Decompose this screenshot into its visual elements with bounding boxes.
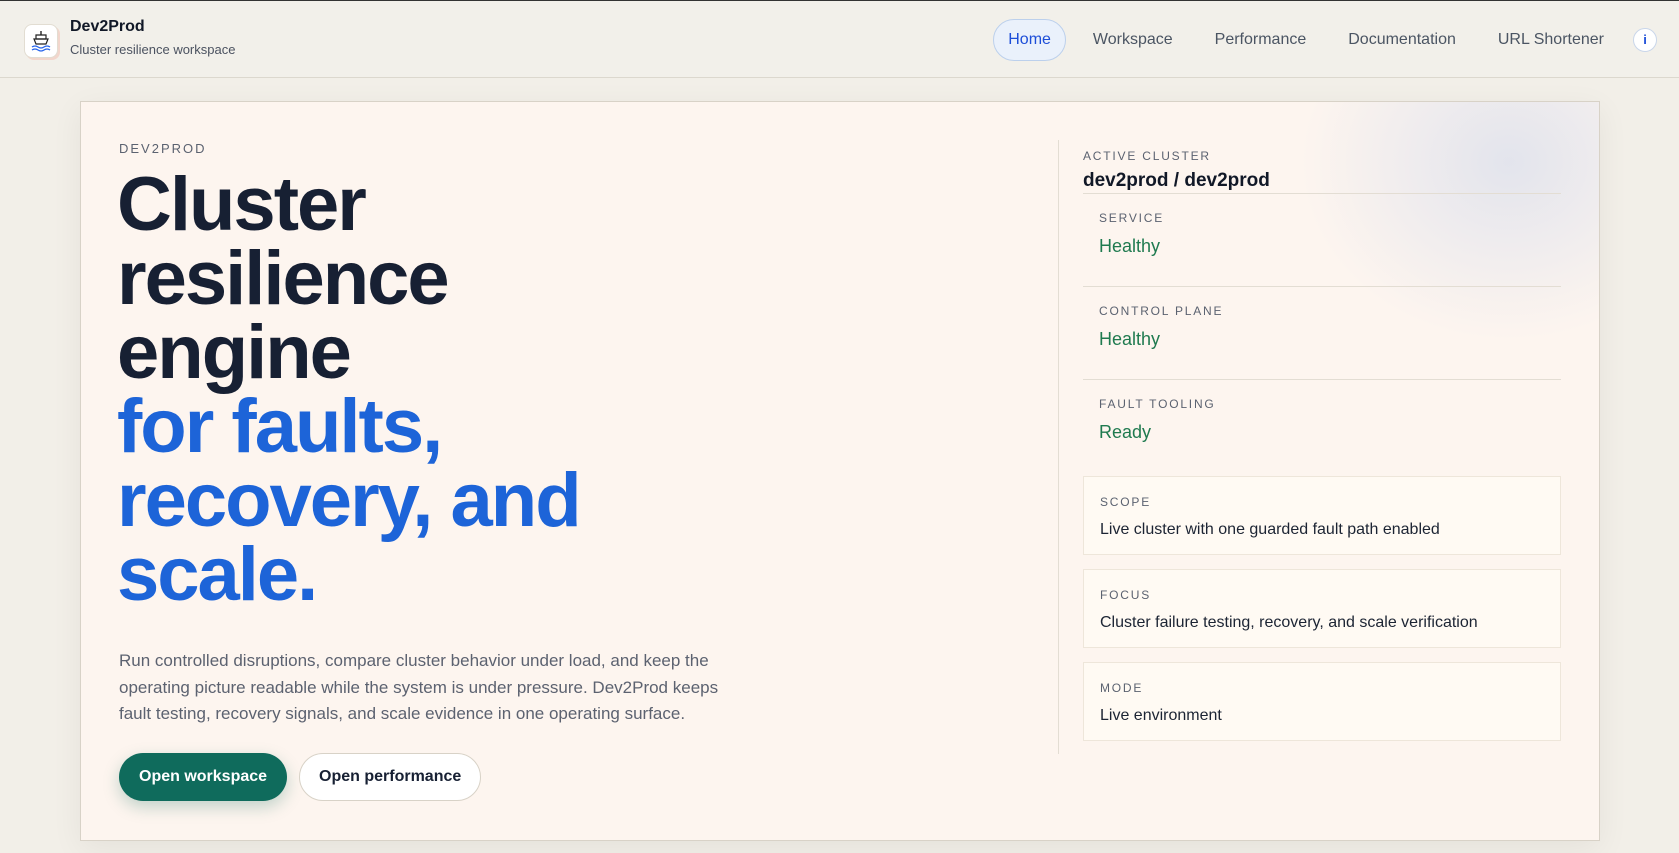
status-row-service: SERVICE Healthy — [1083, 193, 1561, 286]
nav-performance[interactable]: Performance — [1200, 19, 1322, 61]
headline-line: resilience — [117, 236, 450, 321]
hero-description: Run controlled disruptions, compare clus… — [119, 651, 719, 723]
focus-card: FOCUS Cluster failure testing, recovery,… — [1083, 569, 1561, 648]
status-value: Healthy — [1099, 329, 1161, 349]
hero-headline: Cluster resilience engine for faults, re… — [117, 162, 817, 617]
status-value: Ready — [1099, 422, 1152, 442]
nav-url-shortener[interactable]: URL Shortener — [1483, 19, 1619, 61]
open-workspace-button[interactable]: Open workspace — [119, 753, 288, 801]
ship-icon — [24, 24, 58, 58]
card-value: Live cluster with one guarded fault path… — [1100, 521, 1440, 538]
card-label: FOCUS — [1100, 588, 1151, 602]
mode-card: MODE Live environment — [1083, 662, 1561, 741]
status-value: Healthy — [1099, 236, 1161, 256]
headline-line: Cluster — [117, 162, 367, 247]
hero-eyebrow: DEV2PROD — [119, 141, 207, 156]
headline-accent-line: recovery, and — [117, 458, 582, 543]
brand-name: Dev2Prod — [70, 18, 145, 35]
nav-workspace[interactable]: Workspace — [1078, 19, 1188, 61]
headline-accent-line: scale. — [117, 532, 318, 617]
status-label: CONTROL PLANE — [1099, 304, 1224, 318]
top-bar: Dev2Prod Cluster resilience workspace Ho… — [0, 0, 1679, 78]
card-value: Cluster failure testing, recovery, and s… — [1100, 614, 1478, 631]
brand-subtitle: Cluster resilience workspace — [70, 42, 236, 57]
nav-home[interactable]: Home — [993, 19, 1066, 61]
hero-card: DEV2PROD Cluster resilience engine for f… — [80, 101, 1600, 841]
info-icon[interactable]: i — [1633, 28, 1657, 52]
headline-accent-line: for faults, — [117, 384, 443, 469]
scope-card: SCOPE Live cluster with one guarded faul… — [1083, 476, 1561, 555]
vertical-divider — [1058, 140, 1059, 754]
card-value: Live environment — [1100, 707, 1222, 724]
nav-documentation[interactable]: Documentation — [1333, 19, 1471, 61]
open-performance-button[interactable]: Open performance — [299, 753, 482, 801]
card-label: MODE — [1100, 681, 1144, 695]
status-row-fault-tooling: FAULT TOOLING Ready — [1083, 379, 1561, 472]
status-label: SERVICE — [1099, 211, 1165, 225]
main-nav: Home Workspace Performance Documentation… — [981, 19, 1657, 61]
panel-label: ACTIVE CLUSTER — [1083, 149, 1211, 163]
cluster-name: dev2prod / dev2prod — [1083, 170, 1270, 191]
card-label: SCOPE — [1100, 495, 1152, 509]
active-cluster-panel: ACTIVE CLUSTER dev2prod / dev2prod SERVI… — [1083, 140, 1561, 755]
info-cards: SCOPE Live cluster with one guarded faul… — [1083, 476, 1561, 741]
brand[interactable]: Dev2Prod Cluster resilience workspace — [24, 18, 236, 59]
headline-line: engine — [117, 310, 352, 395]
status-label: FAULT TOOLING — [1099, 397, 1216, 411]
status-row-control-plane: CONTROL PLANE Healthy — [1083, 286, 1561, 379]
